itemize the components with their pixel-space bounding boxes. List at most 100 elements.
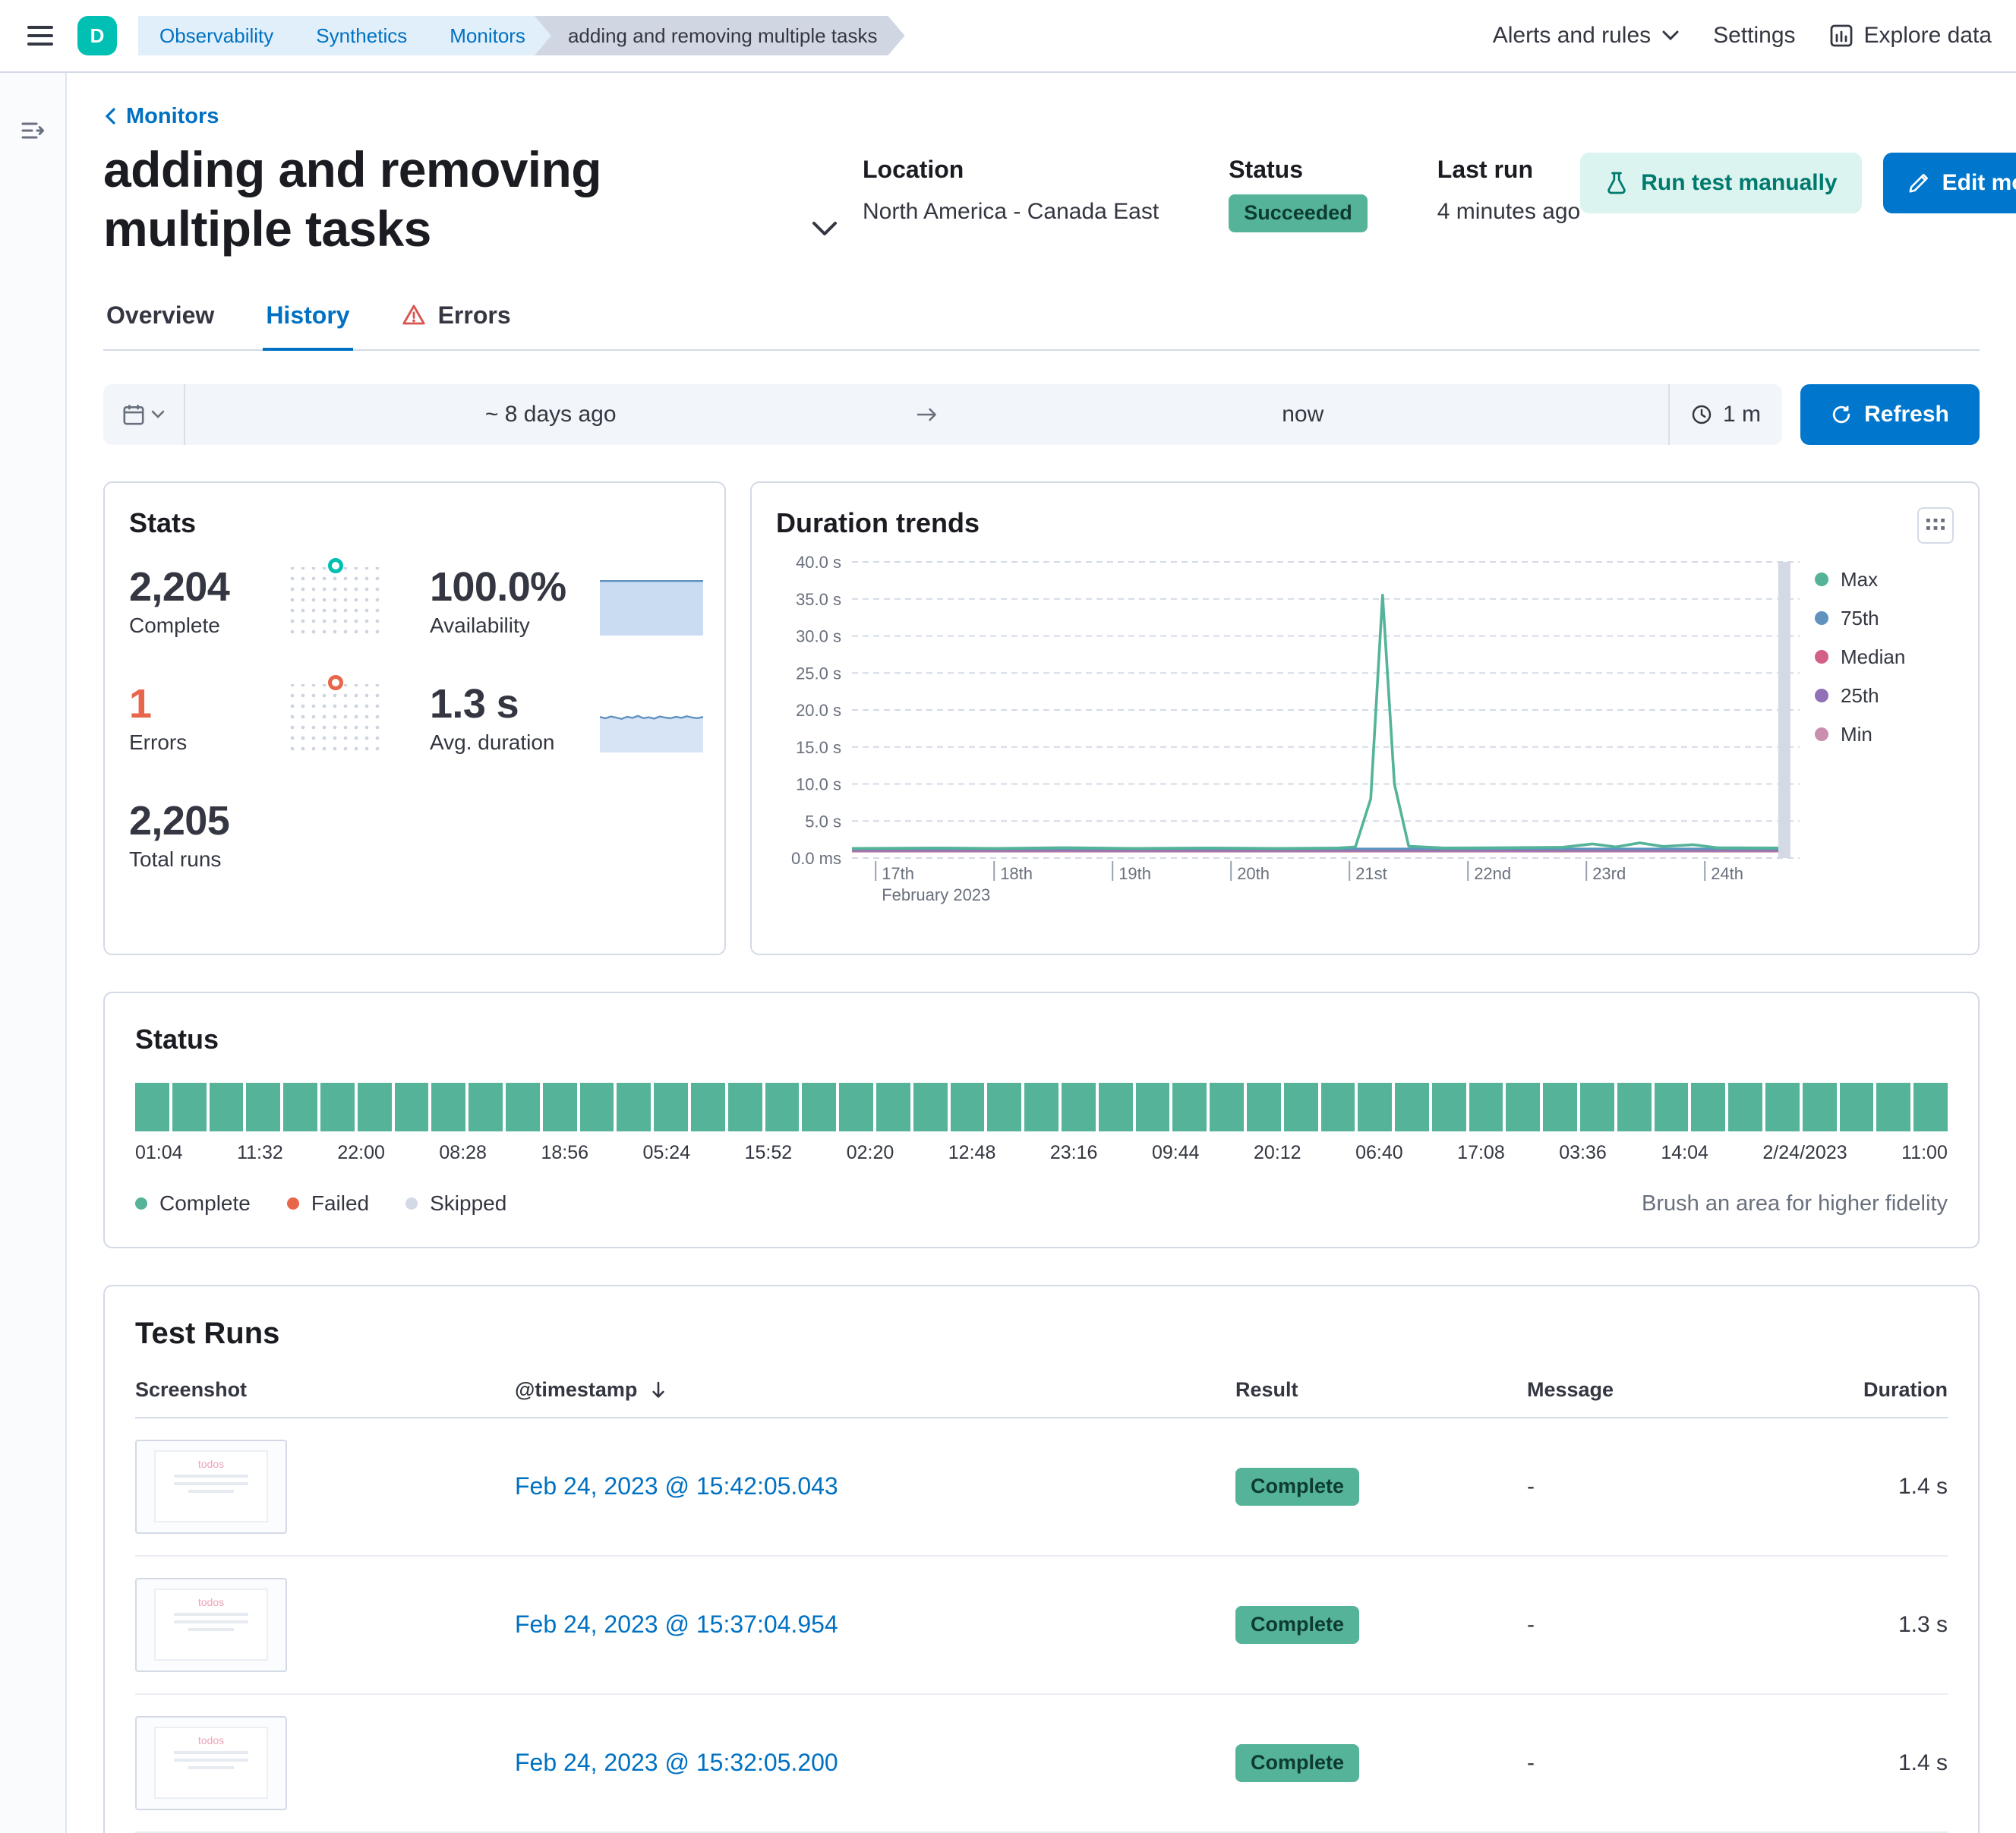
test-run-timestamp-link[interactable]: Feb 24, 2023 @ 15:42:05.043 [515,1472,838,1500]
status-bar[interactable] [728,1083,762,1131]
legend-item[interactable]: Median [1815,645,1942,669]
status-axis-label: 22:00 [337,1142,385,1164]
svg-text:19th: 19th [1118,864,1151,883]
status-bar[interactable] [1913,1083,1948,1131]
refresh-interval-button[interactable]: 1 m [1668,384,1782,445]
status-bar[interactable] [802,1083,836,1131]
test-run-timestamp-link[interactable]: Feb 24, 2023 @ 15:37:04.954 [515,1611,838,1638]
status-bar[interactable] [320,1083,355,1131]
edit-monitor-button[interactable]: Edit monitor [1883,153,2016,213]
status-bar[interactable] [1024,1083,1058,1131]
status-bar[interactable] [1395,1083,1429,1131]
last-run-meta: Last run 4 minutes ago [1437,156,1580,259]
legend-item[interactable]: 25th [1815,684,1942,708]
status-bar[interactable] [1358,1083,1392,1131]
status-bar[interactable] [876,1083,910,1131]
chevron-down-icon [151,410,165,419]
alerts-and-rules-menu[interactable]: Alerts and rules [1493,23,1680,49]
status-bar[interactable] [987,1083,1021,1131]
breadcrumb-item[interactable]: Synthetics [282,16,434,55]
duration-trends-chart[interactable]: 0.0 ms5.0 s10.0 s15.0 s20.0 s25.0 s30.0 … [776,547,1809,929]
tab-errors[interactable]: Errors [399,301,514,351]
status-bar[interactable] [1876,1083,1910,1131]
status-bar[interactable] [1840,1083,1874,1131]
status-bar[interactable] [913,1083,948,1131]
status-bar[interactable] [246,1083,280,1131]
status-bar[interactable] [1803,1083,1837,1131]
date-range-start[interactable]: ~ 8 days ago [185,402,917,427]
status-bar[interactable] [839,1083,873,1131]
status-bar[interactable] [1284,1083,1318,1131]
status-axis-label: 2/24/2023 [1762,1142,1847,1164]
column-timestamp[interactable]: @timestamp [515,1378,1235,1402]
legend-item[interactable]: Max [1815,568,1942,592]
status-bar[interactable] [580,1083,614,1131]
status-bar[interactable] [1247,1083,1281,1131]
status-bar[interactable] [395,1083,429,1131]
status-bar[interactable] [1580,1083,1614,1131]
run-test-manually-button[interactable]: Run test manually [1580,153,1861,213]
page-title: adding and removing multiple tasks [103,140,771,259]
tab-history[interactable]: History [263,301,352,351]
tab-overview[interactable]: Overview [103,301,217,351]
status-bar[interactable] [1655,1083,1689,1131]
screenshot-thumbnail[interactable]: todos [135,1440,287,1534]
legend-item[interactable]: 75th [1815,607,1942,630]
status-bar[interactable] [1432,1083,1466,1131]
svg-text:18th: 18th [1000,864,1033,883]
expand-sidebar-icon[interactable] [21,118,45,148]
status-bar[interactable] [1728,1083,1762,1131]
title-accordion-chevron-icon[interactable] [811,220,838,244]
status-bar[interactable] [1172,1083,1207,1131]
result-badge: Complete [1235,1468,1359,1506]
status-axis-label: 12:48 [948,1142,996,1164]
pencil-icon [1907,172,1930,194]
run-message: - [1527,1612,1816,1638]
menu-icon[interactable] [24,17,56,55]
status-badge: Succeeded [1229,194,1368,232]
refresh-button[interactable]: Refresh [1800,384,1980,445]
status-bar[interactable] [1062,1083,1096,1131]
status-bar[interactable] [1543,1083,1577,1131]
status-bars[interactable] [135,1083,1948,1131]
status-bar[interactable] [431,1083,465,1131]
status-bar[interactable] [1136,1083,1170,1131]
status-bar[interactable] [210,1083,244,1131]
status-bar[interactable] [1617,1083,1652,1131]
status-bar[interactable] [506,1083,540,1131]
status-bar[interactable] [469,1083,503,1131]
status-bar[interactable] [1765,1083,1800,1131]
main-content: Monitors adding and removing multiple ta… [67,73,2016,1833]
duration-sparkline [600,683,703,752]
status-bar[interactable] [1506,1083,1540,1131]
status-bar[interactable] [1099,1083,1133,1131]
chart-options-icon[interactable] [1917,507,1954,544]
status-bar[interactable] [543,1083,577,1131]
status-bar[interactable] [654,1083,688,1131]
status-bar[interactable] [691,1083,725,1131]
screenshot-thumbnail[interactable]: todos [135,1716,287,1810]
back-to-monitors-link[interactable]: Monitors [103,104,219,129]
explore-data-link[interactable]: Explore data [1829,23,1992,49]
date-range-end[interactable]: now [938,402,1669,427]
quick-select-button[interactable] [103,384,185,445]
status-bar[interactable] [135,1083,169,1131]
space-avatar[interactable]: D [77,16,117,55]
status-bar[interactable] [951,1083,985,1131]
status-bar[interactable] [617,1083,651,1131]
status-bar[interactable] [1469,1083,1503,1131]
test-run-timestamp-link[interactable]: Feb 24, 2023 @ 15:32:05.200 [515,1749,838,1776]
breadcrumb-item[interactable]: Monitors [416,16,553,55]
status-bar[interactable] [283,1083,317,1131]
status-bar[interactable] [172,1083,207,1131]
status-bar[interactable] [1210,1083,1244,1131]
settings-link[interactable]: Settings [1713,23,1795,49]
status-bar[interactable] [358,1083,392,1131]
status-bar[interactable] [1321,1083,1355,1131]
chart-board-icon [1829,24,1854,48]
status-bar[interactable] [1691,1083,1725,1131]
legend-item[interactable]: Min [1815,723,1942,746]
breadcrumb-item[interactable]: Observability [138,16,301,55]
status-bar[interactable] [765,1083,800,1131]
screenshot-thumbnail[interactable]: todos [135,1578,287,1672]
